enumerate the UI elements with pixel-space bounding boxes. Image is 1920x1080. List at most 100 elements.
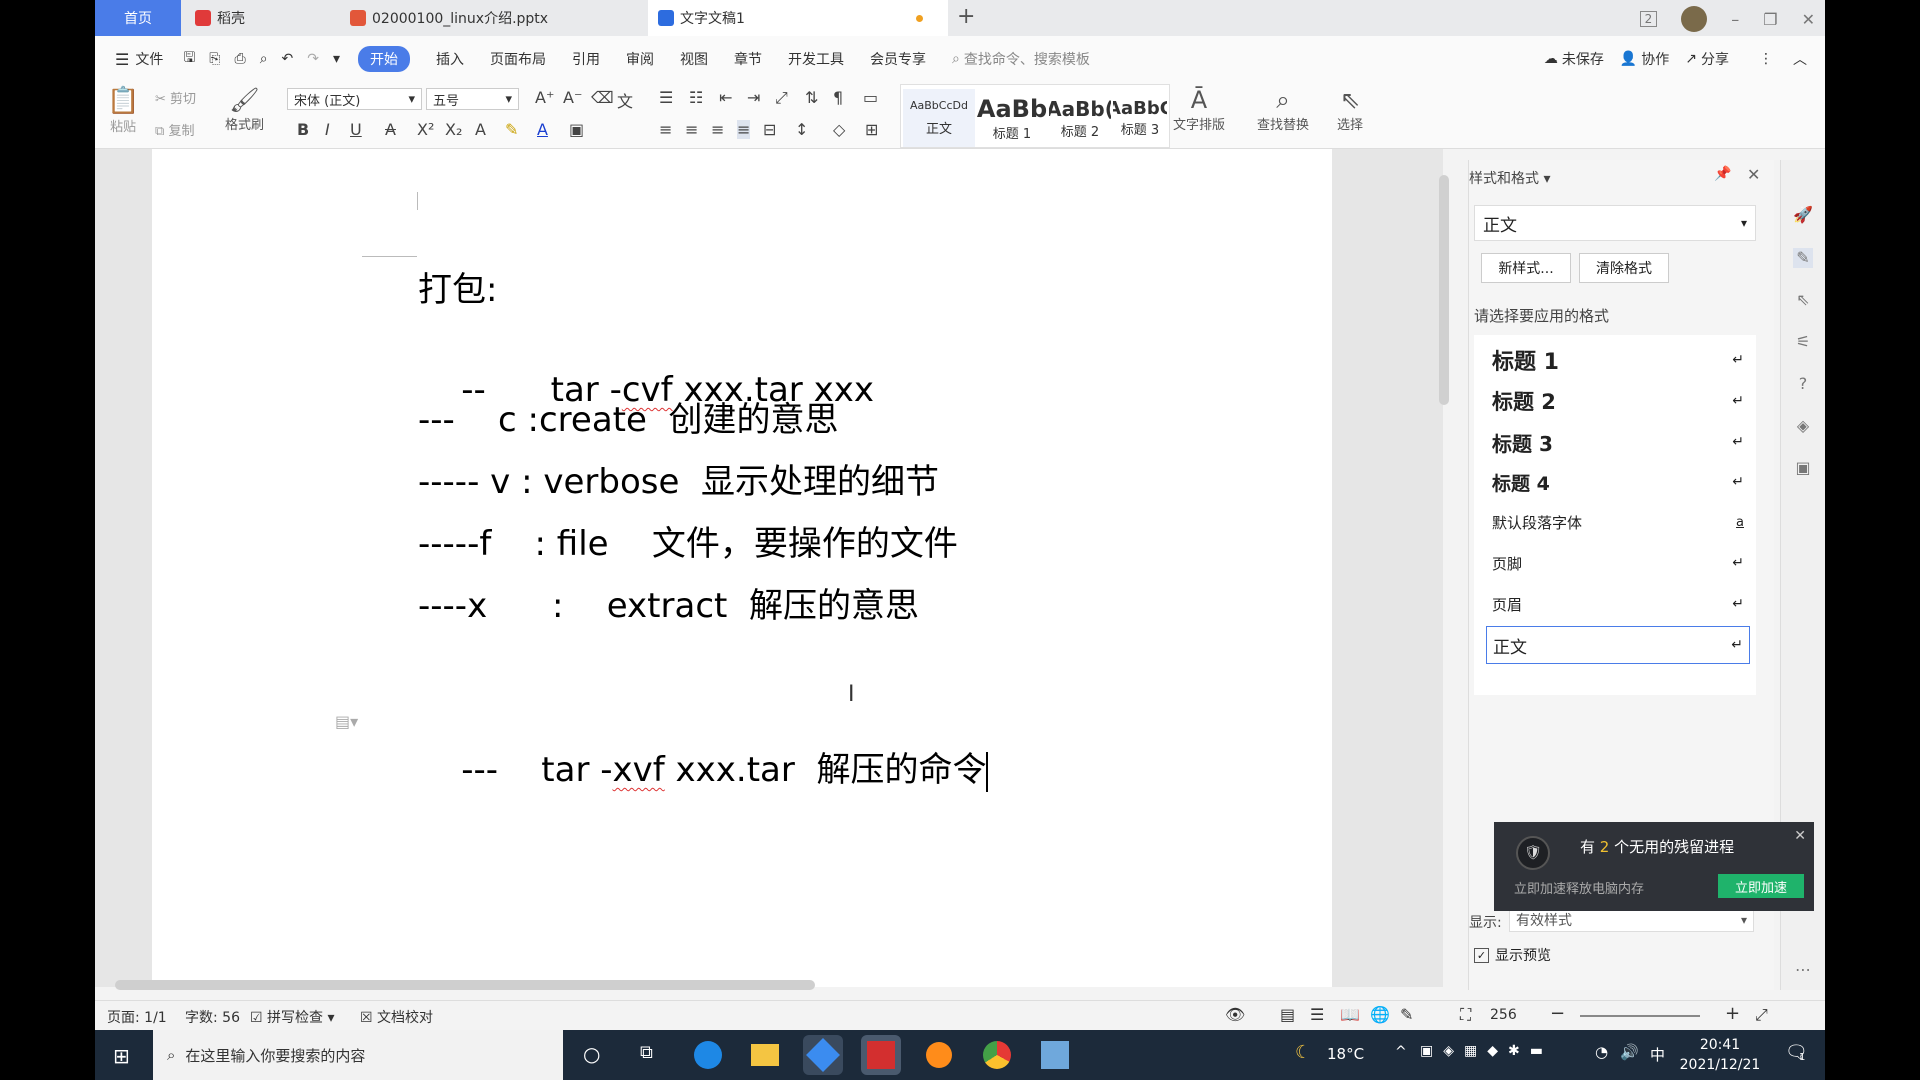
bullets-icon[interactable]: ☰ (659, 88, 673, 107)
decrease-indent-icon[interactable]: ⇤ (719, 88, 732, 107)
tab-pptx[interactable]: 02000100_linux介绍.pptx (350, 0, 650, 36)
bold-icon[interactable]: B (297, 120, 309, 139)
tray-icons[interactable]: ▣◈▦◆✱▬ (1420, 1043, 1553, 1059)
doc-line-file[interactable]: -----f : file 文件，要操作的文件 (418, 516, 958, 565)
menu-review[interactable]: 审阅 (626, 49, 654, 69)
pin-icon[interactable]: 📌 (1714, 166, 1731, 182)
borders-icon[interactable]: ⊞ (865, 120, 878, 139)
align-center-icon[interactable]: ≡ (685, 120, 698, 139)
current-style-select[interactable]: 正文 ▾ (1474, 205, 1756, 241)
zoom-level[interactable]: 256 (1490, 1007, 1517, 1023)
chrome-icon[interactable] (977, 1035, 1017, 1075)
write-view-icon[interactable]: ✎ (1400, 1005, 1413, 1024)
command-search-input[interactable]: 查找命令、搜索模板 (964, 49, 1090, 69)
new-tab-button[interactable]: + (957, 4, 975, 29)
font-name-select[interactable]: 宋体 (正文) ▾ (287, 88, 422, 110)
print-icon[interactable]: ⎙ (234, 51, 245, 67)
ruler-icon[interactable]: ▭ (863, 88, 878, 107)
show-marks-icon[interactable]: ¶ (833, 88, 843, 107)
style-list-item-h2[interactable]: 标题 2 ↵ (1486, 382, 1750, 420)
print-preview-icon[interactable]: ⌕ (260, 51, 268, 67)
save-icon[interactable]: 🖫 (183, 47, 195, 71)
boost-button[interactable]: 立即加速 (1718, 874, 1804, 898)
menu-home[interactable]: 开始 (358, 46, 411, 72)
restore-icon[interactable]: ❐ (1763, 10, 1777, 29)
menu-member[interactable]: 会员专享 (870, 49, 926, 69)
style-list-item-header[interactable]: 页眉 ↵ (1486, 585, 1750, 623)
text-layout-button[interactable]: Ā 文字排版 (1173, 86, 1225, 133)
tray-up-icon[interactable]: ^ (1395, 1044, 1407, 1060)
doc-line-tar-xvf[interactable]: --- tar -xvf xxx.tar 解压的命令 (418, 702, 989, 832)
share-button[interactable]: 分享 (1701, 49, 1729, 69)
ime-indicator[interactable]: 中 (1650, 1044, 1665, 1065)
tab-home[interactable]: 首页 (95, 0, 181, 36)
highlight-icon[interactable]: ✎ (505, 120, 518, 139)
minimize-icon[interactable]: – (1731, 10, 1739, 29)
doc-vertical-scrollbar[interactable] (1439, 175, 1449, 405)
align-left-icon[interactable]: ≡ (659, 120, 672, 139)
font-color-icon[interactable]: A (537, 120, 548, 139)
sliders-icon[interactable]: ⚟ (1793, 332, 1813, 352)
menu-developer[interactable]: 开发工具 (788, 49, 844, 69)
menu-file[interactable]: 文件 (135, 49, 163, 69)
undo-icon[interactable]: ↶ (282, 51, 294, 67)
xshell-icon[interactable] (1035, 1035, 1075, 1075)
style-heading-2[interactable]: AaBb( 标题 2 (1049, 89, 1111, 147)
italic-icon[interactable]: I (325, 120, 330, 139)
spell-check-toggle[interactable]: ☑ 拼写检查 ▾ (250, 1007, 335, 1027)
pen-icon[interactable]: ✎ (1793, 248, 1813, 268)
style-normal[interactable]: AaBbCcDd 正文 (903, 89, 975, 147)
cut-button[interactable]: ✂ 剪切 (155, 88, 196, 107)
doc-horizontal-scrollbar[interactable] (115, 980, 815, 990)
sort-icon[interactable]: ⇅ (805, 88, 818, 107)
image-icon[interactable]: ▣ (1793, 458, 1813, 478)
volume-icon[interactable]: 🔊 (1620, 1043, 1639, 1061)
player-icon[interactable] (919, 1035, 959, 1075)
proofread-button[interactable]: ☒ 文档校对 (360, 1007, 433, 1027)
style-heading-1[interactable]: AaBb 标题 1 (977, 89, 1047, 147)
new-style-button[interactable]: 新样式... (1481, 253, 1571, 283)
shrink-font-icon[interactable]: A⁻ (563, 88, 582, 107)
menu-insert[interactable]: 插入 (436, 49, 464, 69)
doc-line-extract[interactable]: ----x : extract 解压的意思 (418, 578, 919, 627)
increase-indent-icon[interactable]: ⇥ (747, 88, 760, 107)
menu-page-layout[interactable]: 页面布局 (490, 49, 546, 69)
format-painter-button[interactable]: 🖌 格式刷 (225, 86, 264, 133)
zoom-out-button[interactable]: − (1550, 1003, 1565, 1024)
edge-icon[interactable] (688, 1035, 728, 1075)
taskbar-search[interactable]: ⌕ 在这里输入你要搜索的内容 (153, 1030, 563, 1080)
windows-start-icon[interactable]: ⊞ (113, 1044, 130, 1068)
clock[interactable]: 20:41 2021/12/21 (1675, 1035, 1765, 1075)
zoom-in-button[interactable]: + (1725, 1003, 1740, 1024)
more-icon[interactable]: ⋮ (1759, 51, 1773, 67)
clear-format-icon[interactable]: ⌫ (591, 88, 614, 107)
weather-icon[interactable]: ☾ (1295, 1042, 1311, 1063)
task-view-icon[interactable]: ⧉ (640, 1042, 653, 1063)
numbering-icon[interactable]: ☷ (689, 88, 703, 107)
grow-font-icon[interactable]: A⁺ (535, 88, 554, 107)
font-size-select[interactable]: 五号 ▾ (426, 88, 519, 110)
fullscreen-icon[interactable]: ⤢ (1755, 1005, 1768, 1025)
shading-icon[interactable]: ◇ (833, 120, 845, 139)
paste-button[interactable]: 📋 粘贴 (107, 86, 139, 135)
superscript-icon[interactable]: X² (417, 120, 434, 139)
style-list-item-h3[interactable]: 标题 3 ↵ (1486, 423, 1750, 461)
outline-view-icon[interactable]: ☰ (1310, 1005, 1324, 1024)
page-view-icon[interactable]: ▤ (1280, 1005, 1295, 1024)
feishu-icon[interactable] (803, 1035, 843, 1075)
menu-references[interactable]: 引用 (572, 49, 600, 69)
line-spacing-icon[interactable]: ↕ (795, 120, 808, 139)
style-heading-3[interactable]: AaBbC 标题 3 (1113, 89, 1167, 147)
zoom-slider[interactable] (1580, 1015, 1700, 1017)
workspace-badge[interactable]: 2 (1639, 11, 1658, 27)
text-effect-icon[interactable]: A (475, 120, 486, 139)
file-explorer-icon[interactable] (745, 1035, 785, 1075)
web-view-icon[interactable]: 🌐 (1370, 1005, 1390, 1024)
doc-line-heading[interactable]: 打包: (418, 262, 497, 311)
hamburger-icon[interactable]: ☰ (115, 50, 129, 69)
read-view-icon[interactable]: 📖 (1340, 1005, 1360, 1024)
justify-icon[interactable]: ≡ (737, 120, 751, 139)
underline-icon[interactable]: U (350, 120, 362, 139)
pointer-icon[interactable]: ⇖ (1793, 290, 1813, 310)
tab-writer-doc[interactable]: 文字文稿1 (648, 0, 948, 36)
